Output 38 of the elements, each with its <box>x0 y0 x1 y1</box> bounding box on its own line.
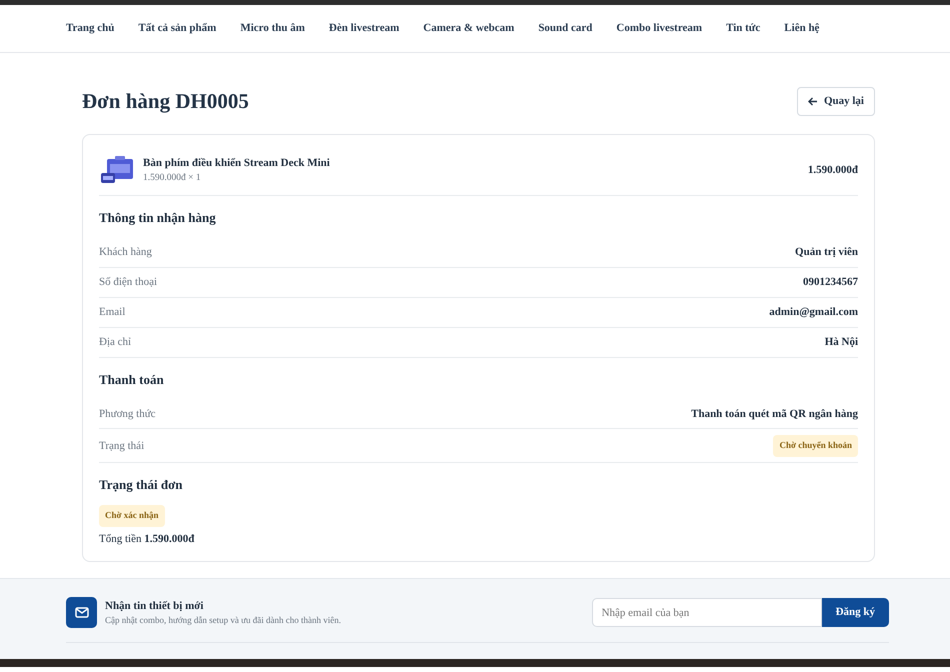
field-label: Số điện thoại <box>99 275 158 290</box>
nav-link-item[interactable]: Liên hệ <box>784 20 820 37</box>
nav-link-item[interactable]: Combo livestream <box>616 20 702 37</box>
back-button[interactable]: Quay lại <box>796 87 875 116</box>
product-price-quantity: 1.590.000đ × 1 <box>143 172 202 185</box>
newsletter-description: Cập nhật combo, hướng dẫn setup và ưu đãi dành cho thành viên. <box>105 614 341 628</box>
field-label: Khách hàng <box>99 245 152 260</box>
nav-link-item[interactable]: Sound card <box>538 20 592 37</box>
product-thumbnail <box>99 154 135 185</box>
arrow-left-icon <box>808 96 818 106</box>
field-value: Quản trị viên <box>795 245 858 260</box>
nav-link-item[interactable]: Camera & webcam <box>423 20 514 37</box>
page-title: Đơn hàng DH0005 <box>82 88 249 114</box>
subscribe-button[interactable]: Đăng ký <box>822 598 889 628</box>
field-value: admin@gmail.com <box>769 305 858 320</box>
section-title: Trạng thái đơn <box>99 477 184 494</box>
nav-link-item[interactable]: Tin tức <box>726 20 760 37</box>
field-value: Hà Nội <box>824 335 858 350</box>
email-field[interactable]: Nhập email của bạn <box>592 598 822 628</box>
field-label: Trạng thái <box>99 438 144 454</box>
nav-link-item[interactable]: Tất cả sản phẩm <box>138 20 216 37</box>
status-badge: Chờ chuyển khoản <box>773 435 858 457</box>
field-label: Phương thức <box>99 406 156 422</box>
field-label: Địa chỉ <box>99 335 132 350</box>
nav-link-item[interactable]: Micro thu âm <box>240 20 305 37</box>
section-title: Thanh toán <box>99 372 165 388</box>
nav-link-item[interactable]: Trang chủ <box>66 20 114 37</box>
newsletter-title: Nhận tin thiết bị mới <box>105 598 204 614</box>
status-badge: Chờ xác nhận <box>99 505 164 527</box>
mail-icon <box>66 597 97 628</box>
product-name: Bàn phím điều khiển Stream Deck Mini <box>143 156 331 170</box>
field-value: 0901234567 <box>803 275 858 290</box>
order-total: Tổng tiền 1.590.000đ <box>99 532 196 547</box>
field-value: Thanh toán quét mã QR ngân hàng <box>691 406 858 422</box>
field-label: Email <box>99 305 126 320</box>
nav-link-item[interactable]: Đèn livestream <box>328 20 400 37</box>
section-title: Thông tin nhận hàng <box>99 210 217 226</box>
line-total: 1.590.000đ <box>808 162 858 178</box>
